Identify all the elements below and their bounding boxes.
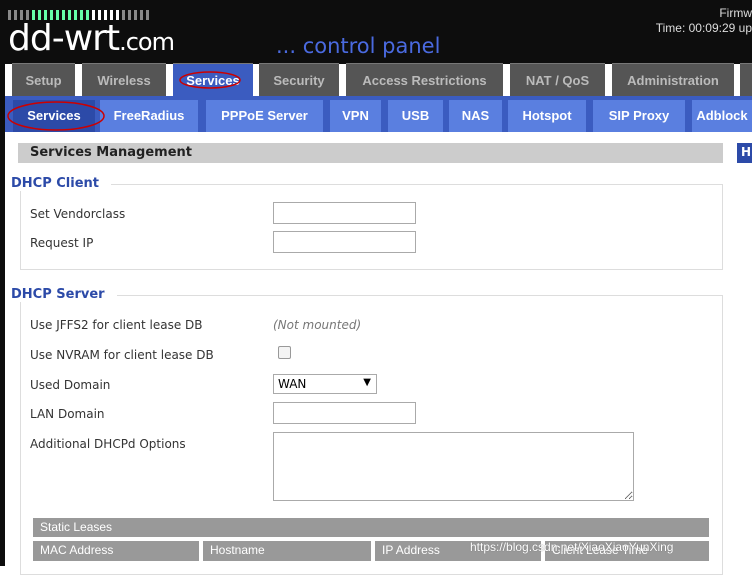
- jffs2-label: Use JFFS2 for client lease DB: [30, 318, 203, 332]
- request-ip-input[interactable]: [273, 231, 416, 253]
- col-hostname: Hostname: [203, 541, 371, 561]
- dhcpd-options-label: Additional DHCPd Options: [30, 437, 186, 451]
- used-domain-select[interactable]: WAN ▼: [273, 374, 377, 394]
- lan-domain-input[interactable]: [273, 402, 416, 424]
- jffs2-value: (Not mounted): [273, 318, 362, 332]
- vendorclass-label: Set Vendorclass: [30, 207, 126, 221]
- used-domain-label: Used Domain: [30, 378, 111, 392]
- dhcpd-options-textarea[interactable]: [273, 432, 634, 501]
- dhcp-server-legend: DHCP Server: [11, 287, 117, 302]
- lan-domain-label: LAN Domain: [30, 407, 105, 421]
- red-annotation-circles: [7, 71, 241, 131]
- help-button[interactable]: H: [737, 143, 752, 163]
- request-ip-label: Request IP: [30, 236, 94, 250]
- vendorclass-input[interactable]: [273, 202, 416, 224]
- dropdown-arrow-icon: ▼: [363, 377, 371, 388]
- used-domain-value: WAN: [278, 377, 307, 391]
- section-title: Services Management: [18, 143, 723, 163]
- dhcp-client-legend: DHCP Client: [11, 176, 112, 191]
- col-mac-address: MAC Address: [33, 541, 199, 561]
- content: Services Management H DHCP Client Set Ve…: [5, 132, 752, 575]
- watermark: https://blog.csdn.net/XiaoXiaoYunXing: [470, 540, 674, 554]
- nvram-checkbox[interactable]: [278, 346, 291, 359]
- dhcp-client-fieldset: [20, 184, 723, 270]
- nvram-label: Use NVRAM for client lease DB: [30, 348, 214, 362]
- static-leases-title: Static Leases: [33, 518, 709, 537]
